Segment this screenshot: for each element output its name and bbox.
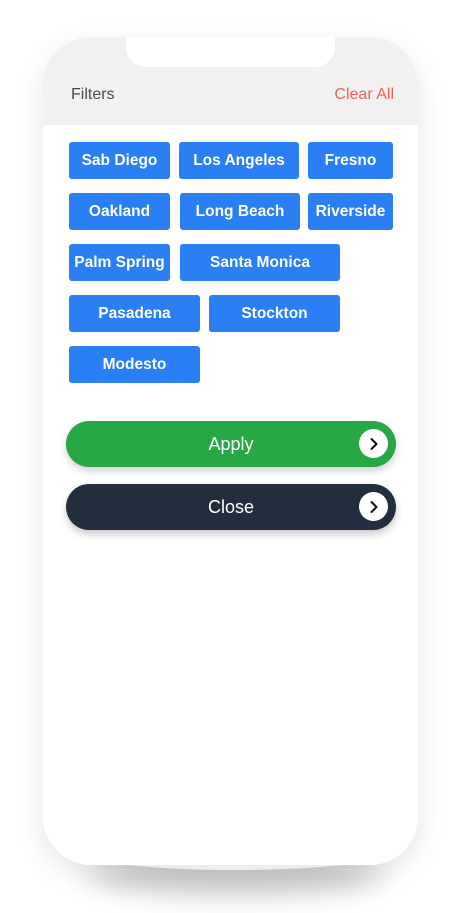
phone-notch bbox=[126, 37, 335, 67]
chevron-right-icon bbox=[359, 492, 388, 521]
filters-title: Filters bbox=[71, 86, 115, 103]
filters-header: Filters Clear All bbox=[43, 37, 418, 125]
close-label: Close bbox=[207, 496, 255, 517]
chevron-right-icon bbox=[359, 429, 388, 458]
close-button[interactable]: Close bbox=[66, 484, 396, 530]
chevron-right-glyph bbox=[370, 500, 377, 513]
stage: Filters Clear All Sab Diego Los Angeles … bbox=[0, 0, 469, 913]
chip-riverside[interactable]: Riverside bbox=[308, 193, 393, 230]
chip-palm-spring[interactable]: Palm Spring bbox=[69, 244, 170, 281]
chip-stockton[interactable]: Stockton bbox=[209, 295, 340, 332]
chip-sab-diego[interactable]: Sab Diego bbox=[69, 142, 170, 179]
apply-label: Apply bbox=[208, 433, 254, 454]
apply-button[interactable]: Apply bbox=[66, 421, 396, 467]
chip-pasadena[interactable]: Pasadena bbox=[69, 295, 200, 332]
phone-frame: Filters Clear All Sab Diego Los Angeles … bbox=[43, 37, 418, 865]
clear-all-button[interactable]: Clear All bbox=[334, 86, 394, 104]
chip-fresno[interactable]: Fresno bbox=[308, 142, 393, 179]
chip-santa-monica[interactable]: Santa Monica bbox=[180, 244, 340, 281]
chip-los-angeles[interactable]: Los Angeles bbox=[179, 142, 299, 179]
chip-modesto[interactable]: Modesto bbox=[69, 346, 200, 383]
chip-long-beach[interactable]: Long Beach bbox=[180, 193, 300, 230]
chip-oakland[interactable]: Oakland bbox=[69, 193, 170, 230]
chevron-right-glyph bbox=[370, 437, 377, 450]
